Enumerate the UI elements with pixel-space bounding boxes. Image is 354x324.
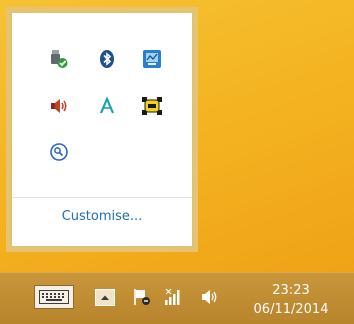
customise-link[interactable]: Customise...	[12, 209, 192, 224]
font-accent-icon[interactable]	[96, 95, 118, 117]
speaker-muted-icon[interactable]	[48, 95, 70, 117]
system-clock[interactable]: 23:23 06/11/2014	[236, 281, 346, 319]
network-signal-icon[interactable]	[163, 287, 183, 307]
action-center-flag-icon[interactable]	[132, 287, 152, 307]
taskbar: 23:23 06/11/2014	[0, 272, 354, 324]
volume-icon[interactable]	[200, 287, 220, 307]
hardware-monitor-icon[interactable]	[141, 48, 163, 70]
bluetooth-icon[interactable]	[96, 48, 118, 70]
yellow-tag-icon[interactable]	[141, 95, 163, 117]
flyout-panel: Customise...	[11, 12, 193, 247]
notification-overflow-flyout: Customise...	[6, 7, 198, 252]
show-hidden-icons-chevron-icon[interactable]	[95, 289, 115, 306]
touch-keyboard-icon[interactable]	[34, 285, 74, 309]
flyout-divider	[12, 197, 192, 198]
usb-safely-remove-icon[interactable]	[48, 48, 70, 70]
tray-icon-grid	[12, 13, 192, 198]
clock-date: 06/11/2014	[253, 302, 329, 317]
magnifier-icon[interactable]	[48, 141, 70, 163]
clock-time: 23:23	[272, 283, 310, 298]
